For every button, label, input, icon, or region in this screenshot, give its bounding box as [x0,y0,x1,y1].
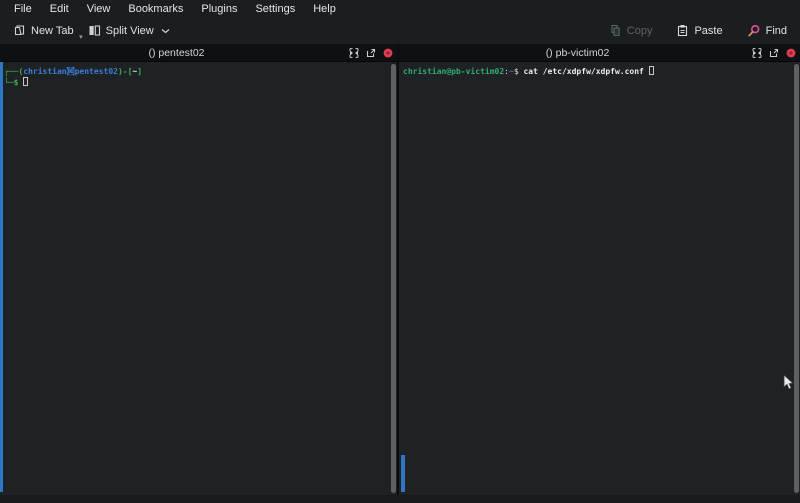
scroll-position-indicator [401,455,405,492]
pane-title: () pentest02 [0,44,353,61]
new-tab-button[interactable]: New Tab ▾ [6,21,81,40]
menu-plugins[interactable]: Plugins [192,2,246,16]
split-view-container: () pentest02 [0,44,800,495]
toolbar: New Tab ▾ Split View [0,17,800,44]
close-session-icon[interactable] [786,48,796,58]
prompt-frame: )-[ [118,67,132,76]
terminal-cursor [23,77,28,86]
pane-pentest02: () pentest02 [0,44,397,495]
focused-view-indicator [0,62,3,492]
prompt-dollar: $ [514,67,524,76]
copy-label: Copy [627,25,653,37]
prompt-frame: ┌──( [4,67,23,76]
pane-pb-victim02: () pb-victim02 [399,44,800,495]
menu-help[interactable]: Help [304,2,345,16]
prompt-user-host: christian㉏pentest02 [23,67,118,76]
maximize-view-icon[interactable] [349,48,359,58]
detach-view-icon[interactable] [769,48,779,58]
split-view-button[interactable]: Split View [81,21,177,40]
scrollbar[interactable] [793,64,799,493]
close-session-icon[interactable] [383,48,393,58]
copy-icon [609,24,622,37]
find-button[interactable]: Find [740,21,794,41]
pane-header-pb-victim02[interactable]: () pb-victim02 [399,44,800,62]
prompt-frame: ] [137,67,142,76]
pane-header-pentest02[interactable]: () pentest02 [0,44,397,62]
prompt-user-host: christian@pb-victim02 [403,67,504,76]
window-bottom-edge [0,495,800,503]
terminal-text: christian@pb-victim02:~$ cat /etc/xdpfw/… [403,66,654,77]
mouse-pointer-icon [783,375,795,396]
clipboard-paste-icon [676,24,689,37]
maximize-view-icon[interactable] [752,48,762,58]
scrollbar-handle[interactable] [391,64,396,493]
detach-view-icon[interactable] [366,48,376,58]
menu-edit[interactable]: Edit [41,2,78,16]
terminal-cursor [649,66,654,75]
scrollbar[interactable] [390,64,396,493]
paste-button[interactable]: Paste [669,21,729,40]
menu-settings[interactable]: Settings [246,2,304,16]
menubar: File Edit View Bookmarks Plugins Setting… [0,0,800,17]
typed-command: cat /etc/xdpfw/xdpfw.conf [523,67,643,76]
menu-view[interactable]: View [78,2,120,16]
menu-bookmarks[interactable]: Bookmarks [119,2,192,16]
new-tab-label: New Tab [31,25,74,37]
new-tab-icon [13,24,26,37]
split-view-icon [88,24,101,37]
terminal-text: ┌──(christian㉏pentest02)-[~] └─$ [4,66,142,88]
prompt-frame: └─$ [4,78,18,87]
terminal-pentest02[interactable]: ┌──(christian㉏pentest02)-[~] └─$ [0,62,397,495]
paste-label: Paste [694,25,722,37]
konsole-window: File Edit View Bookmarks Plugins Setting… [0,0,800,503]
copy-button[interactable]: Copy [602,21,660,40]
terminal-pb-victim02[interactable]: christian@pb-victim02:~$ cat /etc/xdpfw/… [399,62,800,495]
find-label: Find [766,25,787,37]
magnifier-icon [747,24,761,38]
chevron-down-icon [161,28,170,34]
menu-file[interactable]: File [5,2,41,16]
scrollbar-handle[interactable] [794,64,799,493]
pane-title: () pb-victim02 [399,44,756,61]
split-view-label: Split View [106,25,154,37]
